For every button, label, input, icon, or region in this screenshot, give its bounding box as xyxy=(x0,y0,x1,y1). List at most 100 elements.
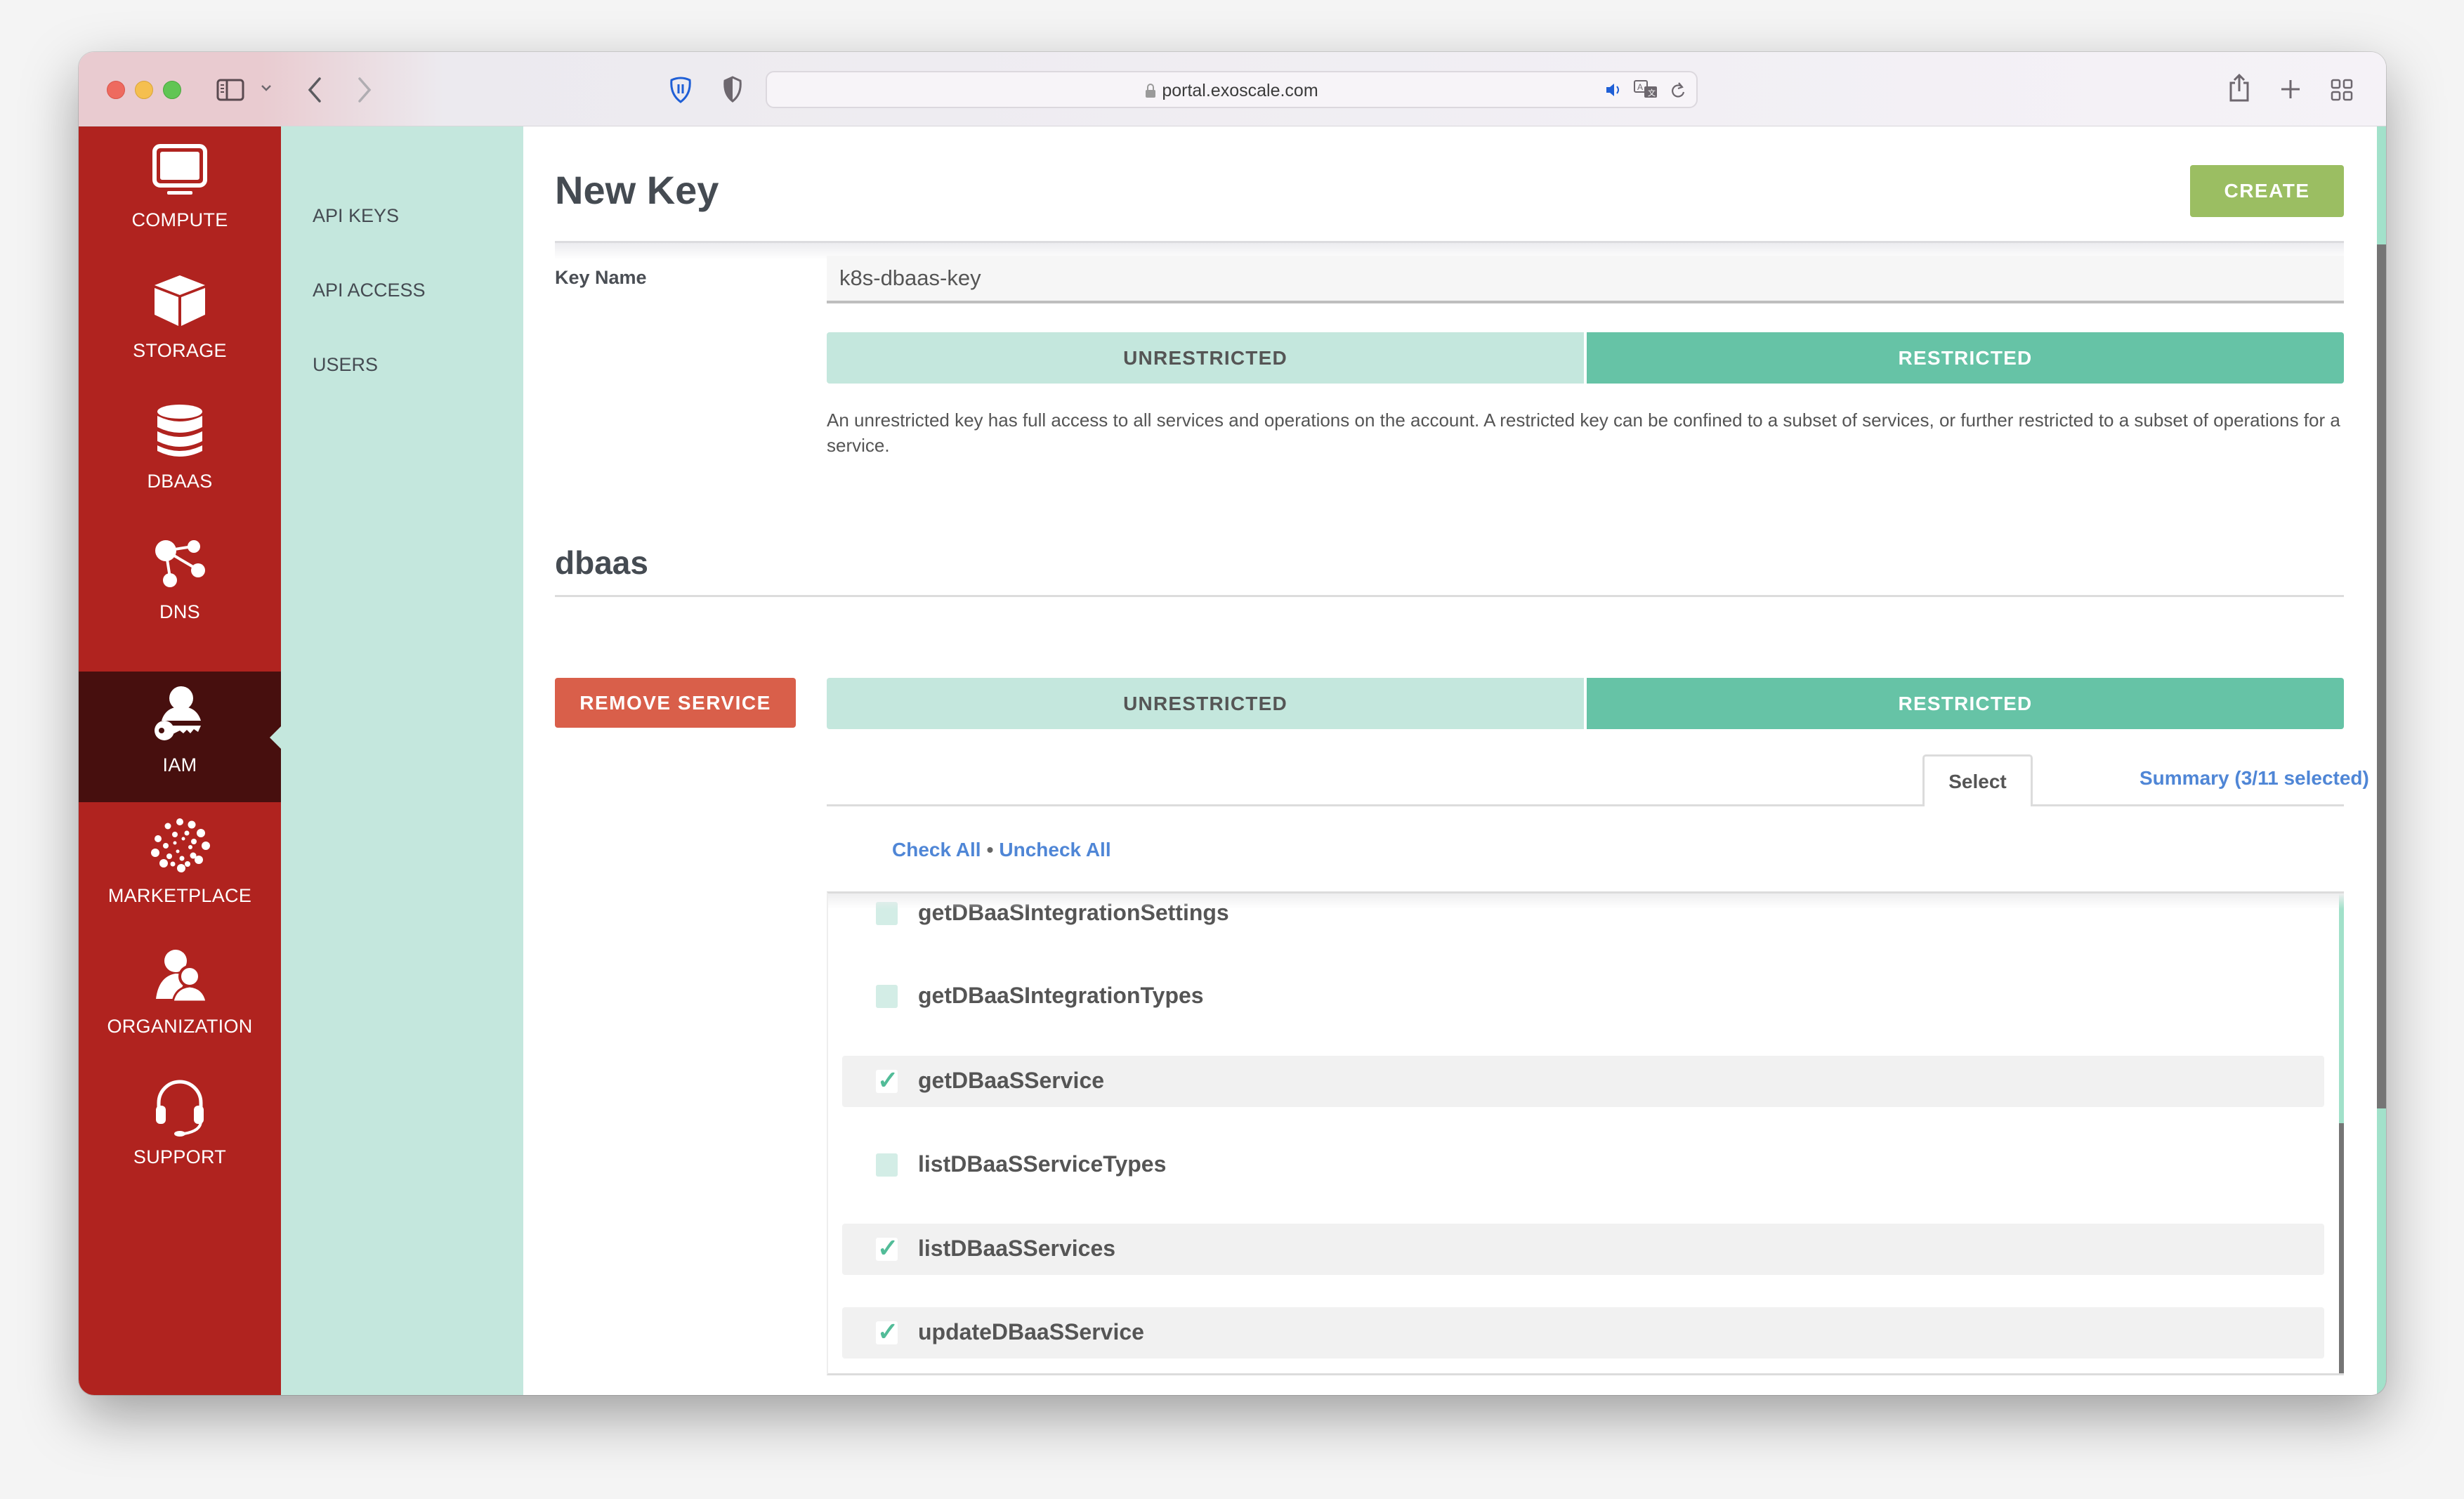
service-divider xyxy=(555,595,2344,597)
operation-row[interactable]: getDBaaSIntegrationTypes xyxy=(842,971,2324,1022)
user-key-icon xyxy=(155,686,201,740)
sidebar-item-storage[interactable]: STORAGE xyxy=(79,257,281,388)
page-scrollbar[interactable] xyxy=(2377,126,2386,1395)
database-icon xyxy=(157,405,202,457)
sidebar-item-support[interactable]: SUPPORT xyxy=(79,1063,281,1194)
operation-row[interactable]: ✓ updateDBaaSService xyxy=(842,1307,2324,1359)
monitor-icon xyxy=(152,144,207,195)
operation-checkbox[interactable]: ✓ xyxy=(876,1233,898,1262)
service-access-toggle: UNRESTRICTED RESTRICTED xyxy=(827,678,2344,729)
sidebar-item-dns[interactable]: DNS xyxy=(79,518,281,649)
check-icon: ✓ xyxy=(877,1233,899,1262)
close-window-button[interactable] xyxy=(107,81,125,99)
dots-burst-icon xyxy=(151,818,210,872)
subnav-item-api-keys[interactable]: API KEYS xyxy=(313,205,399,227)
sidebar-toggle-icon[interactable] xyxy=(216,79,244,101)
share-nodes-icon xyxy=(155,540,205,587)
check-icon: ✓ xyxy=(877,1066,899,1094)
check-icon: ✓ xyxy=(877,1317,899,1346)
tab-overview-icon[interactable] xyxy=(2331,79,2353,101)
create-button[interactable]: CREATE xyxy=(2190,165,2344,217)
operation-name: listDBaaSServiceTypes xyxy=(918,1151,1167,1177)
url-display[interactable]: portal.exoscale.com xyxy=(767,81,1696,101)
new-tab-icon[interactable] xyxy=(2280,79,2301,100)
tab-summary[interactable]: Summary (3/11 selected) xyxy=(2139,767,2369,790)
active-indicator xyxy=(270,726,281,749)
key-restricted-option[interactable]: RESTRICTED xyxy=(1587,332,2344,384)
sidebar-item-label: STORAGE xyxy=(133,340,227,361)
iam-subnav: API KEYS API ACCESS USERS xyxy=(281,126,523,1395)
minimize-window-button[interactable] xyxy=(135,81,153,99)
audio-icon[interactable] xyxy=(1605,81,1623,98)
subnav-item-users[interactable]: USERS xyxy=(313,354,378,376)
browser-window: portal.exoscale.com A 文 COMPUTE STORAGE … xyxy=(79,52,2386,1395)
operations-list: getDBaaSIntegrationSettings getDBaaSInte… xyxy=(827,891,2344,1375)
main-content: New Key CREATE Key Name UNRESTRICTED RES… xyxy=(523,126,2377,1395)
svg-text:文: 文 xyxy=(1648,88,1656,98)
operation-name: updateDBaaSService xyxy=(918,1319,1144,1344)
back-icon[interactable] xyxy=(306,76,323,104)
sidebar-item-iam[interactable]: IAM xyxy=(79,672,281,802)
primary-sidebar: COMPUTE STORAGE DBAAS DNS IAM MARKETPLAC… xyxy=(79,126,281,1395)
operation-name: getDBaaSIntegrationTypes xyxy=(918,983,1204,1008)
operation-name: getDBaaSService xyxy=(918,1068,1105,1093)
service-title: dbaas xyxy=(555,544,648,581)
sidebar-item-label: IAM xyxy=(162,754,197,775)
operation-checkbox[interactable]: ✓ xyxy=(876,1317,898,1346)
tabs-divider xyxy=(827,804,2344,806)
tab-select[interactable]: Select xyxy=(1922,754,2033,806)
browser-toolbar: portal.exoscale.com A 文 xyxy=(79,52,2386,127)
operation-row[interactable]: ✓ getDBaaSService xyxy=(842,1056,2324,1107)
sidebar-item-marketplace[interactable]: MARKETPLACE xyxy=(79,802,281,933)
sidebar-item-label: MARKETPLACE xyxy=(107,885,252,906)
operation-row[interactable]: listDBaaSServiceTypes xyxy=(842,1139,2324,1191)
list-scrollbar-thumb[interactable] xyxy=(2339,893,2344,1123)
chevron-down-icon[interactable] xyxy=(260,83,273,93)
address-bar[interactable]: portal.exoscale.com A 文 xyxy=(766,71,1698,108)
privacy-shield-icon[interactable] xyxy=(722,76,743,104)
key-name-input[interactable] xyxy=(827,256,2344,303)
service-restricted-option[interactable]: RESTRICTED xyxy=(1587,678,2344,729)
key-name-label: Key Name xyxy=(555,267,647,288)
key-unrestricted-option[interactable]: UNRESTRICTED xyxy=(827,332,1584,384)
url-text: portal.exoscale.com xyxy=(1162,81,1318,100)
sidebar-item-compute[interactable]: COMPUTE xyxy=(79,126,281,257)
sidebar-item-dbaas[interactable]: DBAAS xyxy=(79,388,281,518)
operation-checkbox[interactable] xyxy=(876,985,898,1008)
sidebar-item-label: DNS xyxy=(159,601,200,622)
key-access-toggle: UNRESTRICTED RESTRICTED xyxy=(827,332,2344,384)
lock-icon xyxy=(1146,84,1156,98)
operation-checkbox[interactable]: ✓ xyxy=(876,1066,898,1094)
users-icon xyxy=(156,950,208,1003)
reload-icon[interactable] xyxy=(1670,81,1686,100)
share-icon[interactable] xyxy=(2228,73,2250,103)
bulk-actions: Check All • Uncheck All xyxy=(892,839,1111,861)
uncheck-all-link[interactable]: Uncheck All xyxy=(999,839,1110,860)
operation-name: listDBaaSServices xyxy=(918,1236,1116,1261)
forward-icon[interactable] xyxy=(356,76,373,104)
separator: • xyxy=(986,839,994,860)
service-unrestricted-option[interactable]: UNRESTRICTED xyxy=(827,678,1584,729)
headset-icon xyxy=(156,1080,204,1137)
zoom-window-button[interactable] xyxy=(163,81,181,99)
access-description: An unrestricted key has full access to a… xyxy=(827,410,2340,456)
operation-checkbox[interactable] xyxy=(876,1153,898,1177)
svg-text:A: A xyxy=(1637,82,1643,92)
page-title: New Key xyxy=(555,168,719,212)
operation-row[interactable]: ✓ listDBaaSServices xyxy=(842,1224,2324,1275)
sidebar-item-label: DBAAS xyxy=(147,471,213,492)
page-scrollbar-track-bottom[interactable] xyxy=(2377,1108,2386,1395)
bitwarden-shield-icon[interactable] xyxy=(669,76,693,104)
page-scrollbar-track-top[interactable] xyxy=(2377,126,2386,244)
sidebar-item-organization[interactable]: ORGANIZATION xyxy=(79,933,281,1063)
subnav-item-api-access[interactable]: API ACCESS xyxy=(313,280,426,301)
translate-icon[interactable]: A 文 xyxy=(1633,79,1658,100)
list-shadow xyxy=(828,893,2344,909)
sidebar-item-label: ORGANIZATION xyxy=(107,1016,253,1037)
sidebar-item-label: COMPUTE xyxy=(131,209,228,230)
check-all-link[interactable]: Check All xyxy=(892,839,981,860)
sidebar-item-label: SUPPORT xyxy=(133,1146,227,1167)
list-scrollbar[interactable] xyxy=(2339,893,2344,1373)
box-icon xyxy=(155,275,205,326)
remove-service-button[interactable]: REMOVE SERVICE xyxy=(555,678,796,728)
